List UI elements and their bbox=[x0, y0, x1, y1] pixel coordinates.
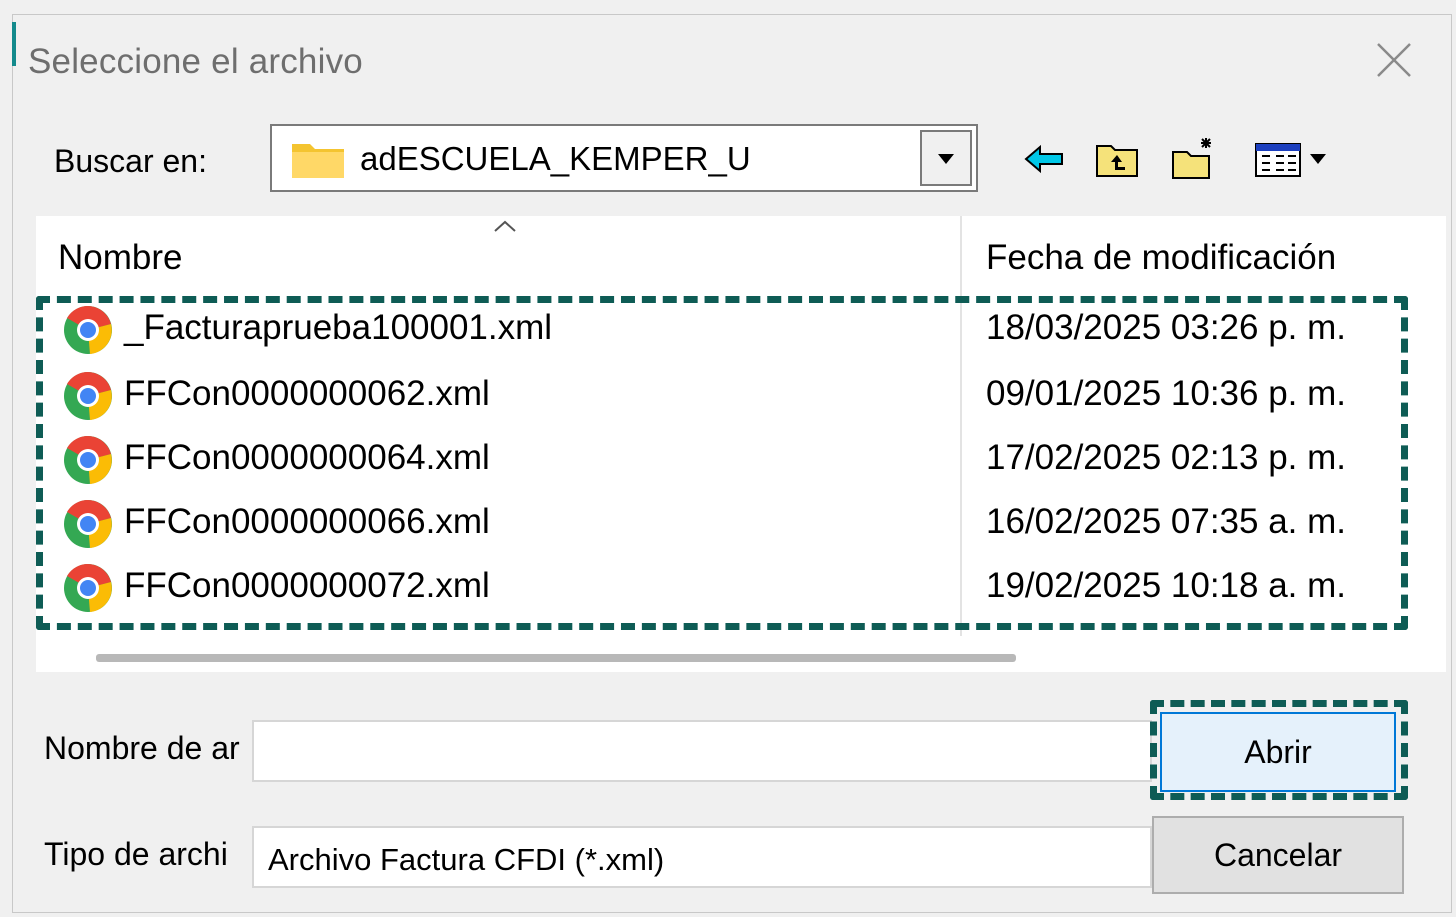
column-header-name[interactable]: Nombre bbox=[58, 238, 182, 278]
dialog-title: Seleccione el archivo bbox=[28, 42, 363, 81]
new-folder-icon[interactable] bbox=[1170, 136, 1216, 182]
lookin-label: Buscar en: bbox=[54, 143, 207, 179]
close-icon[interactable] bbox=[1370, 36, 1418, 84]
sort-ascending-icon bbox=[494, 220, 516, 232]
view-menu-icon[interactable] bbox=[1252, 136, 1338, 182]
filetype-select[interactable]: Archivo Factura CFDI (*.xml) bbox=[252, 826, 1152, 888]
chevron-down-icon bbox=[938, 154, 954, 164]
back-arrow-icon[interactable] bbox=[1022, 136, 1068, 182]
open-button-highlight-box bbox=[1150, 700, 1408, 800]
filetype-label: Tipo de archi bbox=[44, 836, 228, 872]
cancel-button[interactable]: Cancelar bbox=[1152, 816, 1404, 894]
filename-input[interactable] bbox=[252, 720, 1152, 782]
horizontal-scrollbar[interactable] bbox=[96, 654, 1016, 662]
lookin-value: adESCUELA_KEMPER_U bbox=[360, 140, 751, 177]
up-folder-icon[interactable] bbox=[1094, 136, 1140, 182]
window-accent bbox=[12, 22, 16, 66]
files-highlight-box bbox=[36, 296, 1408, 630]
column-header-date[interactable]: Fecha de modificación bbox=[986, 238, 1336, 278]
filetype-value: Archivo Factura CFDI (*.xml) bbox=[268, 842, 665, 877]
filename-label: Nombre de ar bbox=[44, 730, 240, 766]
combo-dropdown-button[interactable] bbox=[920, 130, 972, 186]
folder-icon bbox=[292, 144, 344, 178]
lookin-combo[interactable]: adESCUELA_KEMPER_U bbox=[270, 124, 978, 192]
